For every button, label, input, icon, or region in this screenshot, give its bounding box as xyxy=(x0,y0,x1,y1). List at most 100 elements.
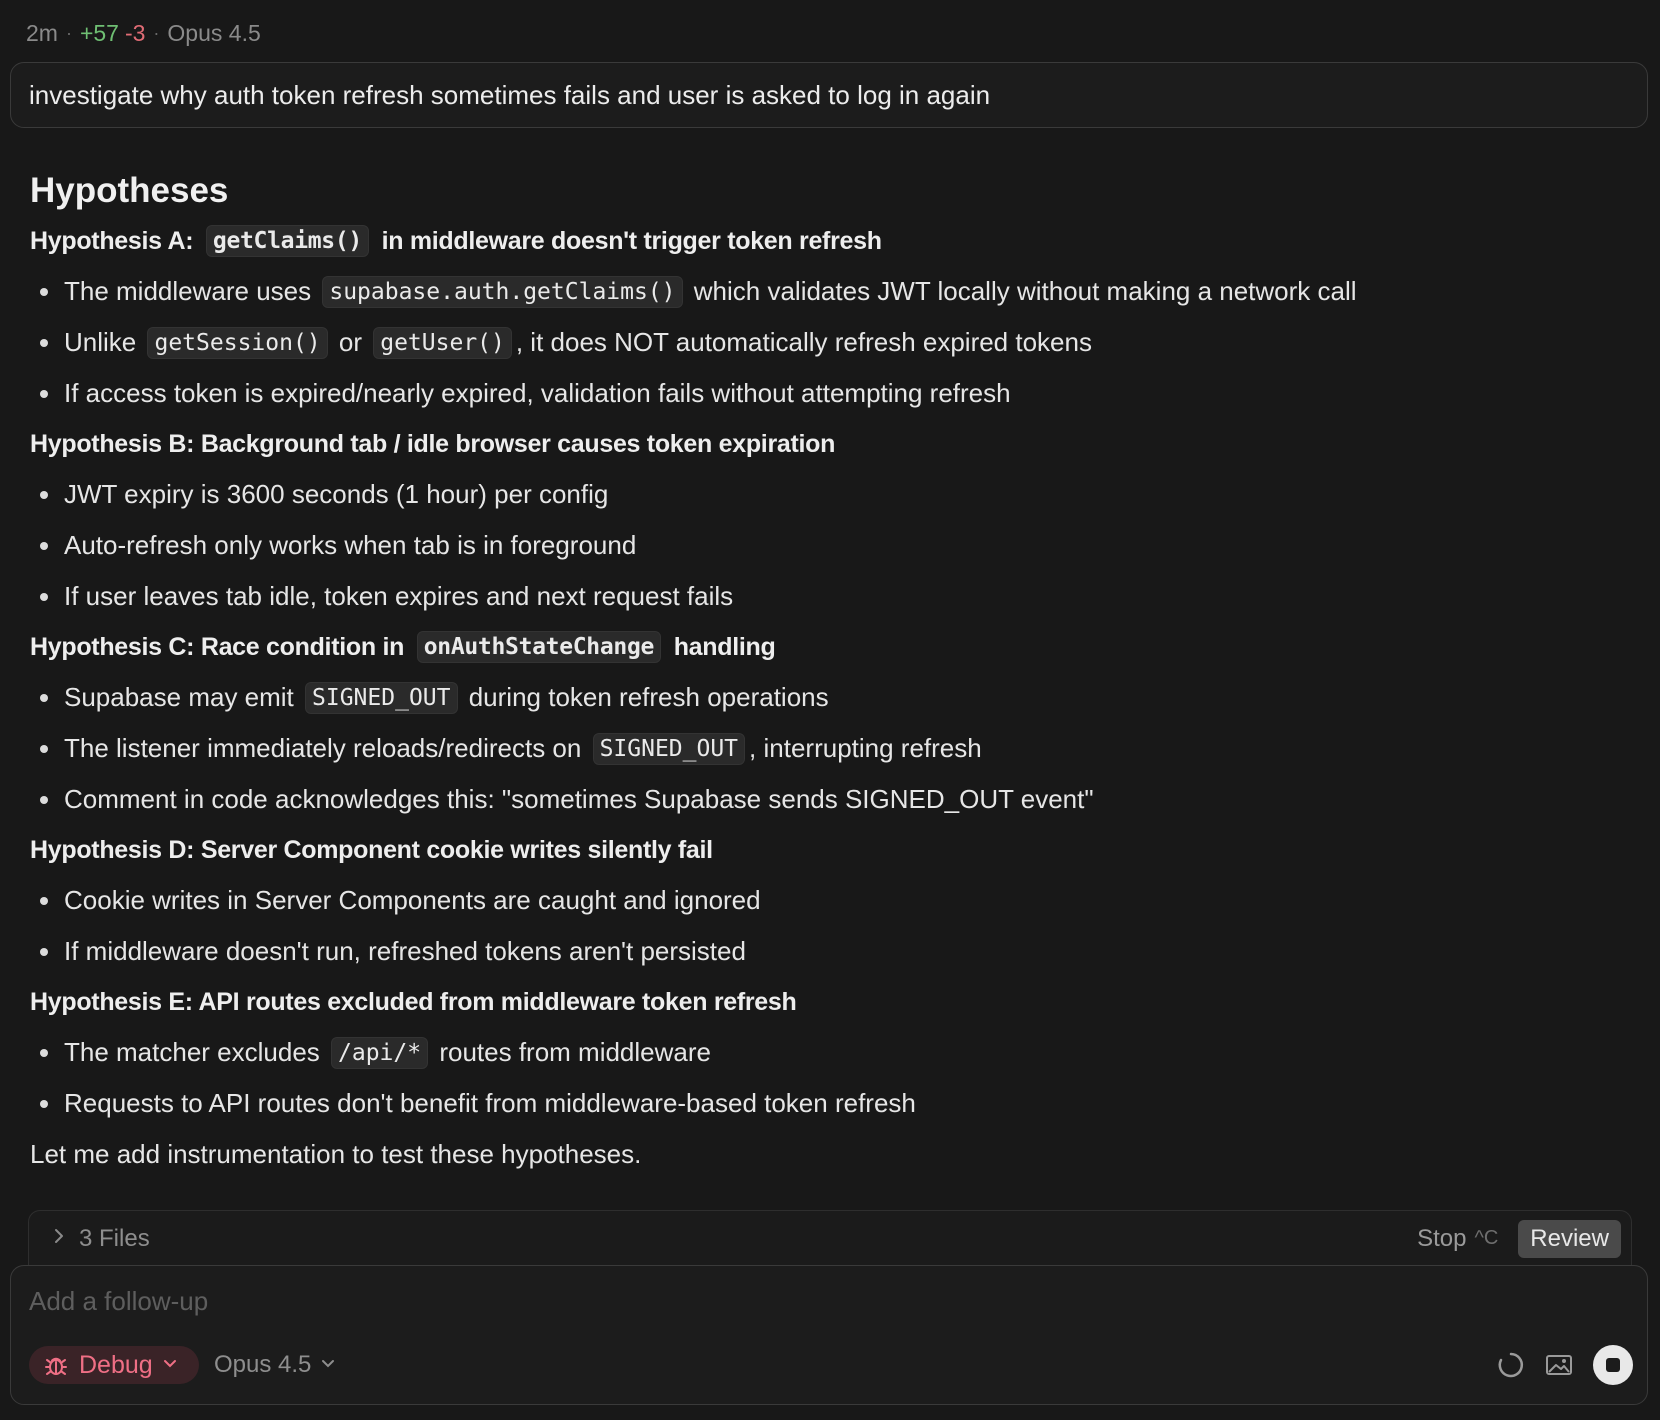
list-item-text: Unlike xyxy=(64,327,144,357)
list-item: If user leaves tab idle, token expires a… xyxy=(30,571,1620,622)
stop-button[interactable]: Stop ^C xyxy=(1417,1225,1498,1253)
closing-text: Let me add instrumentation to test these… xyxy=(30,1138,642,1169)
hypothesis-bullets: The middleware uses supabase.auth.getCla… xyxy=(30,266,1620,419)
image-icon[interactable] xyxy=(1545,1353,1573,1377)
bullet-icon xyxy=(40,389,48,398)
list-item: Auto-refresh only works when tab is in f… xyxy=(30,520,1620,571)
inline-code: getUser() xyxy=(373,326,512,359)
list-item: JWT expiry is 3600 seconds (1 hour) per … xyxy=(30,469,1620,520)
bullet-icon xyxy=(40,1099,48,1108)
run-model: Opus 4.5 xyxy=(167,19,261,46)
inline-code: SIGNED_OUT xyxy=(592,732,746,765)
list-item: The matcher excludes /api/* routes from … xyxy=(30,1027,1620,1078)
list-item-text: , it does NOT automatically refresh expi… xyxy=(515,327,1092,357)
list-item-text: during token refresh operations xyxy=(461,682,829,712)
hypothesis-heading: Hypothesis D: Server Component cookie wr… xyxy=(30,825,1620,875)
list-item-text: routes from middleware xyxy=(432,1037,711,1067)
list-item: The middleware uses supabase.auth.getCla… xyxy=(30,266,1620,317)
chevron-down-icon xyxy=(321,1356,335,1374)
stop-label: Stop xyxy=(1417,1224,1467,1252)
lines-added: +57 xyxy=(79,19,119,46)
inline-code: getClaims() xyxy=(205,225,369,257)
bullet-icon xyxy=(40,541,48,550)
hypothesis-bullets: Cookie writes in Server Components are c… xyxy=(30,875,1620,977)
bullet-icon xyxy=(40,795,48,804)
inline-code: supabase.auth.getClaims() xyxy=(322,275,683,308)
hypothesis-heading-text: Hypothesis D: Server Component cookie wr… xyxy=(30,835,713,864)
list-item: If middleware doesn't run, refreshed tok… xyxy=(30,926,1620,977)
stop-shortcut: ^C xyxy=(1474,1227,1499,1249)
user-prompt[interactable]: investigate why auth token refresh somet… xyxy=(10,62,1648,128)
list-item-text: The listener immediately reloads/redirec… xyxy=(64,733,589,763)
hypothesis-heading: Hypothesis C: Race condition in onAuthSt… xyxy=(30,622,1620,672)
composer: Debug Opus 4.5 xyxy=(10,1265,1648,1405)
hypothesis-heading-text: in middleware doesn't trigger token refr… xyxy=(374,226,882,255)
list-item-text: Comment in code acknowledges this: "some… xyxy=(64,784,1094,814)
hypothesis-bullets: JWT expiry is 3600 seconds (1 hour) per … xyxy=(30,469,1620,622)
response-title: Hypotheses xyxy=(30,171,229,210)
hypothesis-bullets: The matcher excludes /api/* routes from … xyxy=(30,1027,1620,1129)
bullet-icon xyxy=(40,1048,48,1057)
list-item: Supabase may emit SIGNED_OUT during toke… xyxy=(30,672,1620,723)
list-item: The listener immediately reloads/redirec… xyxy=(30,723,1620,774)
bullet-icon xyxy=(40,744,48,753)
assistant-response: Hypotheses Hypothesis A: getClaims() in … xyxy=(30,166,1620,1179)
list-item-text: Cookie writes in Server Components are c… xyxy=(64,885,761,915)
list-item: Cookie writes in Server Components are c… xyxy=(30,875,1620,926)
model-label: Opus 4.5 xyxy=(214,1351,312,1378)
bullet-icon xyxy=(40,896,48,905)
mode-label: Debug xyxy=(79,1350,153,1379)
hypotheses-list: Hypothesis A: getClaims() in middleware … xyxy=(30,216,1620,1129)
hypothesis-heading-text: handling xyxy=(667,632,776,661)
bullet-icon xyxy=(40,490,48,499)
lines-removed: -3 xyxy=(124,19,146,46)
inline-code: getSession() xyxy=(147,326,328,359)
list-item-text: or xyxy=(331,327,370,357)
bullet-icon xyxy=(40,592,48,601)
elapsed-time: 2m xyxy=(26,19,58,46)
chevron-right-icon[interactable] xyxy=(53,1227,65,1251)
hypothesis-heading: Hypothesis B: Background tab / idle brow… xyxy=(30,419,1620,469)
list-item-text: JWT expiry is 3600 seconds (1 hour) per … xyxy=(64,479,609,509)
hypothesis-heading: Hypothesis A: getClaims() in middleware … xyxy=(30,216,1620,266)
run-meta: 2m · +57 -3 · Opus 4.5 xyxy=(26,19,261,46)
hypothesis-heading-text: Hypothesis A: xyxy=(30,226,200,255)
model-selector[interactable]: Opus 4.5 xyxy=(214,1346,335,1384)
list-item-text: Auto-refresh only works when tab is in f… xyxy=(64,530,637,560)
stop-icon[interactable] xyxy=(1593,1345,1633,1385)
list-item-text: If user leaves tab idle, token expires a… xyxy=(64,581,734,611)
list-item-text: The matcher excludes xyxy=(64,1037,328,1067)
hypothesis-heading-text: Hypothesis B: Background tab / idle brow… xyxy=(30,429,836,458)
hypothesis-heading-text: Hypothesis C: Race condition in xyxy=(30,632,411,661)
inline-code: SIGNED_OUT xyxy=(305,681,458,714)
spinner-icon xyxy=(1497,1351,1525,1379)
list-item: Unlike getSession() or getUser(), it doe… xyxy=(30,317,1620,368)
composer-actions xyxy=(1477,1344,1633,1386)
changed-files-bar[interactable]: 3 Files Stop ^C Review xyxy=(28,1210,1632,1266)
list-item: If access token is expired/nearly expire… xyxy=(30,368,1620,419)
bug-icon xyxy=(45,1357,67,1375)
list-item-text: The middleware uses xyxy=(64,276,319,306)
files-count-label[interactable]: 3 Files xyxy=(79,1225,150,1253)
follow-up-input[interactable] xyxy=(27,1280,1431,1322)
list-item-text: which validates JWT locally without maki… xyxy=(686,276,1357,306)
list-item-text: If access token is expired/nearly expire… xyxy=(64,378,1011,408)
inline-code: onAuthStateChange xyxy=(416,631,662,663)
list-item-text: Supabase may emit xyxy=(64,682,302,712)
hypothesis-bullets: Supabase may emit SIGNED_OUT during toke… xyxy=(30,672,1620,825)
mode-selector[interactable]: Debug xyxy=(29,1346,199,1384)
user-prompt-text: investigate why auth token refresh somet… xyxy=(29,79,991,110)
list-item: Requests to API routes don't benefit fro… xyxy=(30,1078,1620,1129)
list-item: Comment in code acknowledges this: "some… xyxy=(30,774,1620,825)
list-item-text: If middleware doesn't run, refreshed tok… xyxy=(64,936,746,966)
hypothesis-heading: Hypothesis E: API routes excluded from m… xyxy=(30,977,1620,1027)
bullet-icon xyxy=(40,693,48,702)
hypothesis-heading-text: Hypothesis E: API routes excluded from m… xyxy=(30,987,797,1016)
bullet-icon xyxy=(40,338,48,347)
inline-code: /api/* xyxy=(331,1036,429,1069)
list-item-text: Requests to API routes don't benefit fro… xyxy=(64,1088,916,1118)
bullet-icon xyxy=(40,947,48,956)
review-button[interactable]: Review xyxy=(1518,1219,1621,1258)
bullet-icon xyxy=(40,287,48,296)
list-item-text: , interrupting refresh xyxy=(749,733,982,763)
